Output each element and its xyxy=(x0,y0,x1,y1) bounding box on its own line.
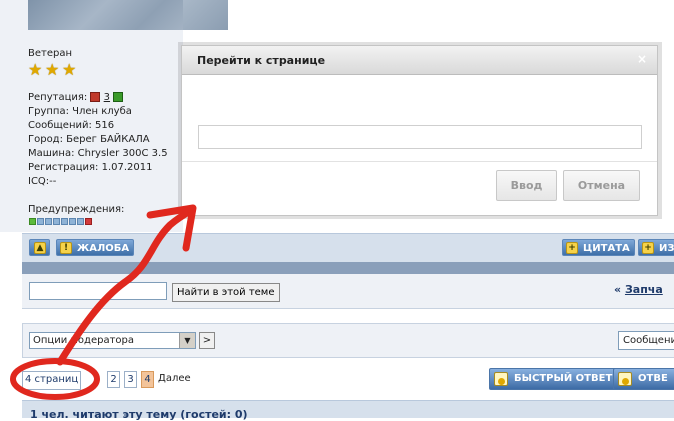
warning-box xyxy=(85,218,92,225)
quick-reply-button[interactable]: БЫСТРЫЙ ОТВЕТ xyxy=(489,368,620,390)
quote-button[interactable]: + ЦИТАТА xyxy=(562,239,635,256)
reply-icon xyxy=(618,372,632,386)
complaint-button[interactable]: ! ЖАЛОБА xyxy=(56,239,135,256)
author-icq: ICQ:-- xyxy=(28,176,57,187)
warning-box xyxy=(53,218,60,225)
reputation-label: Репутация: xyxy=(28,92,88,103)
author-group: Группа: Член клуба xyxy=(28,106,132,117)
scroll-top-button[interactable]: ▲ xyxy=(29,239,50,256)
dialog-cancel-button[interactable]: Отмена xyxy=(563,170,640,201)
reputation-minus-icon[interactable] xyxy=(90,92,101,102)
warning-box xyxy=(37,218,44,225)
reputation-plus-icon[interactable] xyxy=(113,92,124,102)
warning-box xyxy=(77,218,84,225)
warning-box xyxy=(45,218,52,225)
warning-box xyxy=(61,218,68,225)
reply-button[interactable]: ОТВЕ xyxy=(613,368,674,390)
plus-icon: + xyxy=(642,242,654,254)
warnings-bar[interactable] xyxy=(29,217,93,225)
avatar-edge xyxy=(183,0,228,30)
reputation-row: Репутация: 3 xyxy=(28,92,124,103)
dialog-ok-button[interactable]: Ввод xyxy=(496,170,557,201)
rank-star-icon: ★ xyxy=(28,60,43,79)
author-car: Машина: Chrysler 300C 3.5 xyxy=(28,148,168,159)
page-link[interactable]: 3 xyxy=(124,371,137,388)
page-number-input[interactable] xyxy=(198,125,642,149)
pages-count-button[interactable]: 4 страниц xyxy=(22,371,82,390)
page-link[interactable]: 2 xyxy=(107,371,120,388)
forum-back-link[interactable]: « Запча xyxy=(614,283,663,296)
sort-select[interactable]: Сообщени xyxy=(618,331,674,350)
moderator-go-button[interactable]: > xyxy=(199,332,215,349)
author-rank: Ветеран xyxy=(28,48,73,59)
rank-star-icon: ★ xyxy=(45,60,60,79)
dialog-title: Перейти к странице xyxy=(197,54,326,67)
author-registered: Регистрация: 1.07.2011 xyxy=(28,162,153,173)
chevron-down-icon[interactable]: ▼ xyxy=(179,333,195,348)
edit-button[interactable]: + ИЗ xyxy=(638,239,674,256)
warning-icon: ! xyxy=(60,242,72,254)
reputation-value[interactable]: 3 xyxy=(104,92,110,103)
topic-search-button[interactable]: Найти в этой теме xyxy=(172,283,280,302)
warning-box xyxy=(69,218,76,225)
back-link-label: Запча xyxy=(624,283,663,296)
moderator-options-select[interactable]: Опции модератора ▼ xyxy=(29,332,196,349)
plus-icon: + xyxy=(566,242,578,254)
reply-label: ОТВЕ xyxy=(638,373,668,384)
next-page-link[interactable]: Далее xyxy=(158,373,191,384)
topic-search-input[interactable] xyxy=(29,282,167,300)
reply-icon xyxy=(494,372,508,386)
author-city: Город: Берег БАЙКАЛА xyxy=(28,134,150,145)
close-icon[interactable]: × xyxy=(636,52,648,66)
post-separator xyxy=(22,262,674,274)
arrow-up-icon: ▲ xyxy=(34,242,46,254)
rank-star-icon: ★ xyxy=(62,60,77,79)
warnings-label: Предупреждения: xyxy=(28,204,125,215)
moderator-options-value: Опции модератора xyxy=(33,335,135,346)
author-posts: Сообщений: 516 xyxy=(28,120,115,131)
warning-box xyxy=(29,218,36,225)
edit-label: ИЗ xyxy=(659,243,674,254)
back-arrow: « xyxy=(614,283,622,296)
quote-label: ЦИТАТА xyxy=(583,243,630,254)
readers-text: 1 чел. читают эту тему (гостей: 0) xyxy=(30,408,248,421)
quick-reply-label: БЫСТРЫЙ ОТВЕТ xyxy=(514,373,613,384)
dialog-divider xyxy=(182,161,657,162)
complaint-label: ЖАЛОБА xyxy=(77,243,130,254)
current-page: 4 xyxy=(141,371,154,388)
